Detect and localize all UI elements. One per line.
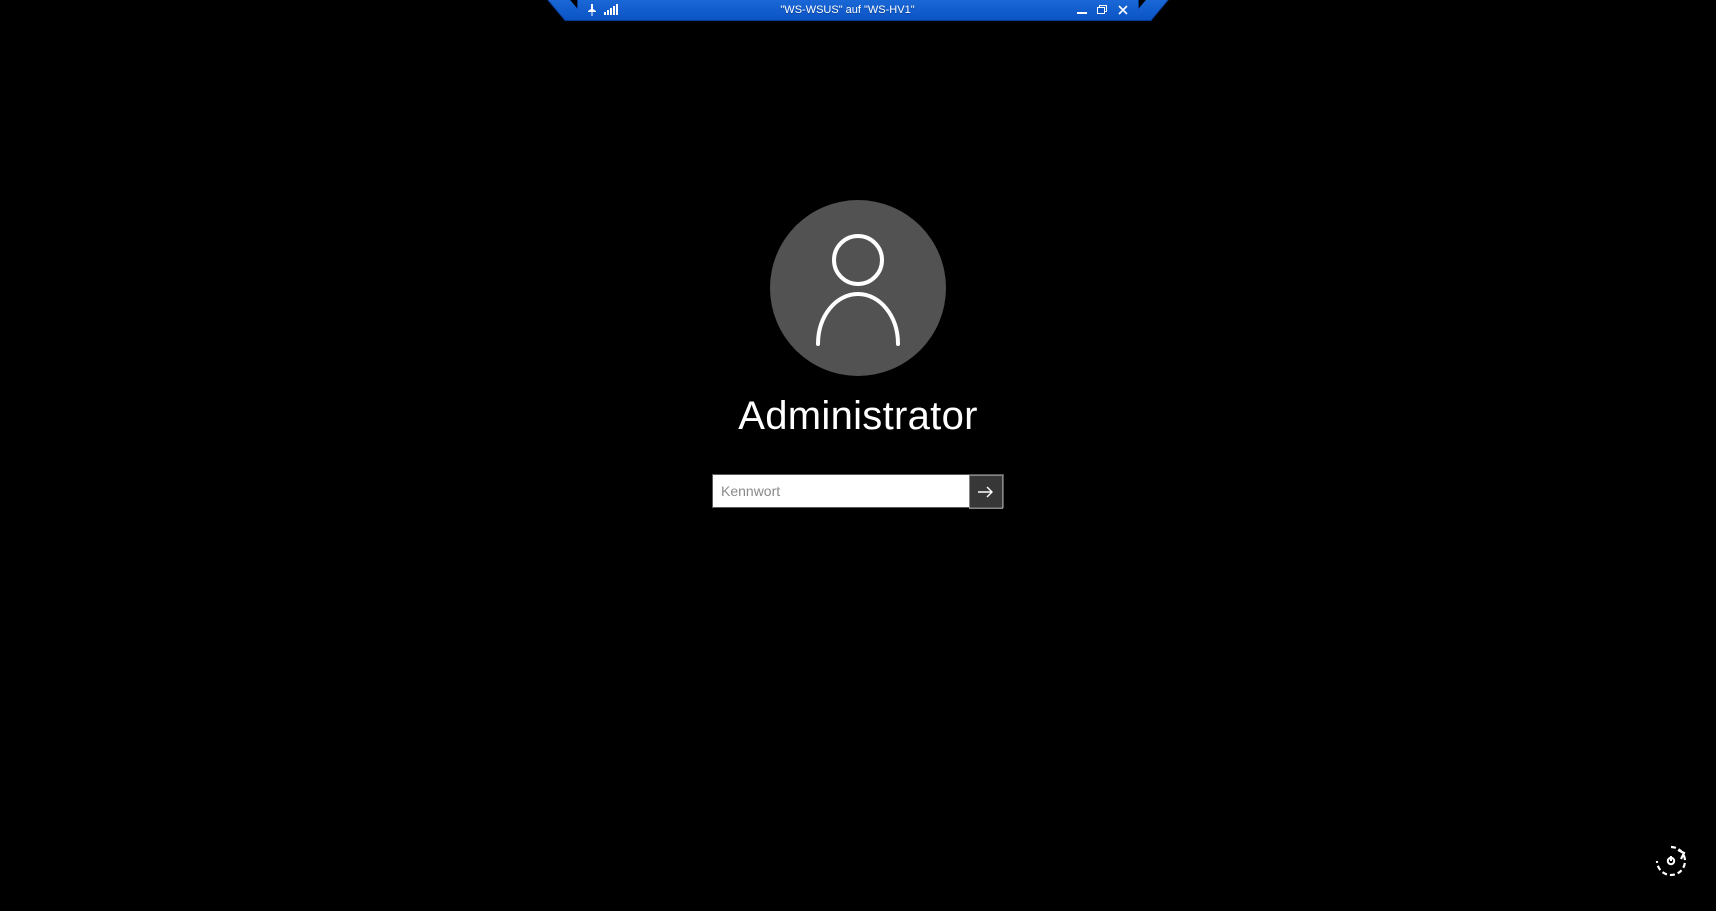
submit-button[interactable]: [969, 475, 1003, 509]
power-options-button[interactable]: [1654, 844, 1688, 883]
vmbar-title: "WS-WSUS" auf "WS-HV1": [618, 4, 1077, 16]
pin-icon[interactable]: [586, 4, 598, 16]
maximize-restore-icon[interactable]: [1097, 5, 1108, 15]
minimize-icon[interactable]: [1077, 5, 1087, 15]
vm-connection-bar[interactable]: "WS-WSUS" auf "WS-HV1": [577, 0, 1139, 21]
signal-icon[interactable]: [604, 4, 618, 16]
login-panel: Administrator: [713, 200, 1003, 507]
password-row: [713, 475, 1003, 507]
power-options-icon: [1654, 865, 1688, 882]
password-input[interactable]: [713, 475, 969, 507]
close-icon[interactable]: [1118, 5, 1128, 15]
arrow-right-icon: [977, 485, 995, 499]
user-icon: [803, 226, 913, 351]
user-avatar: [770, 200, 946, 376]
vmbar-left-icons: [578, 4, 618, 16]
username-label: Administrator: [738, 394, 978, 439]
vmbar-window-controls: [1077, 5, 1138, 15]
